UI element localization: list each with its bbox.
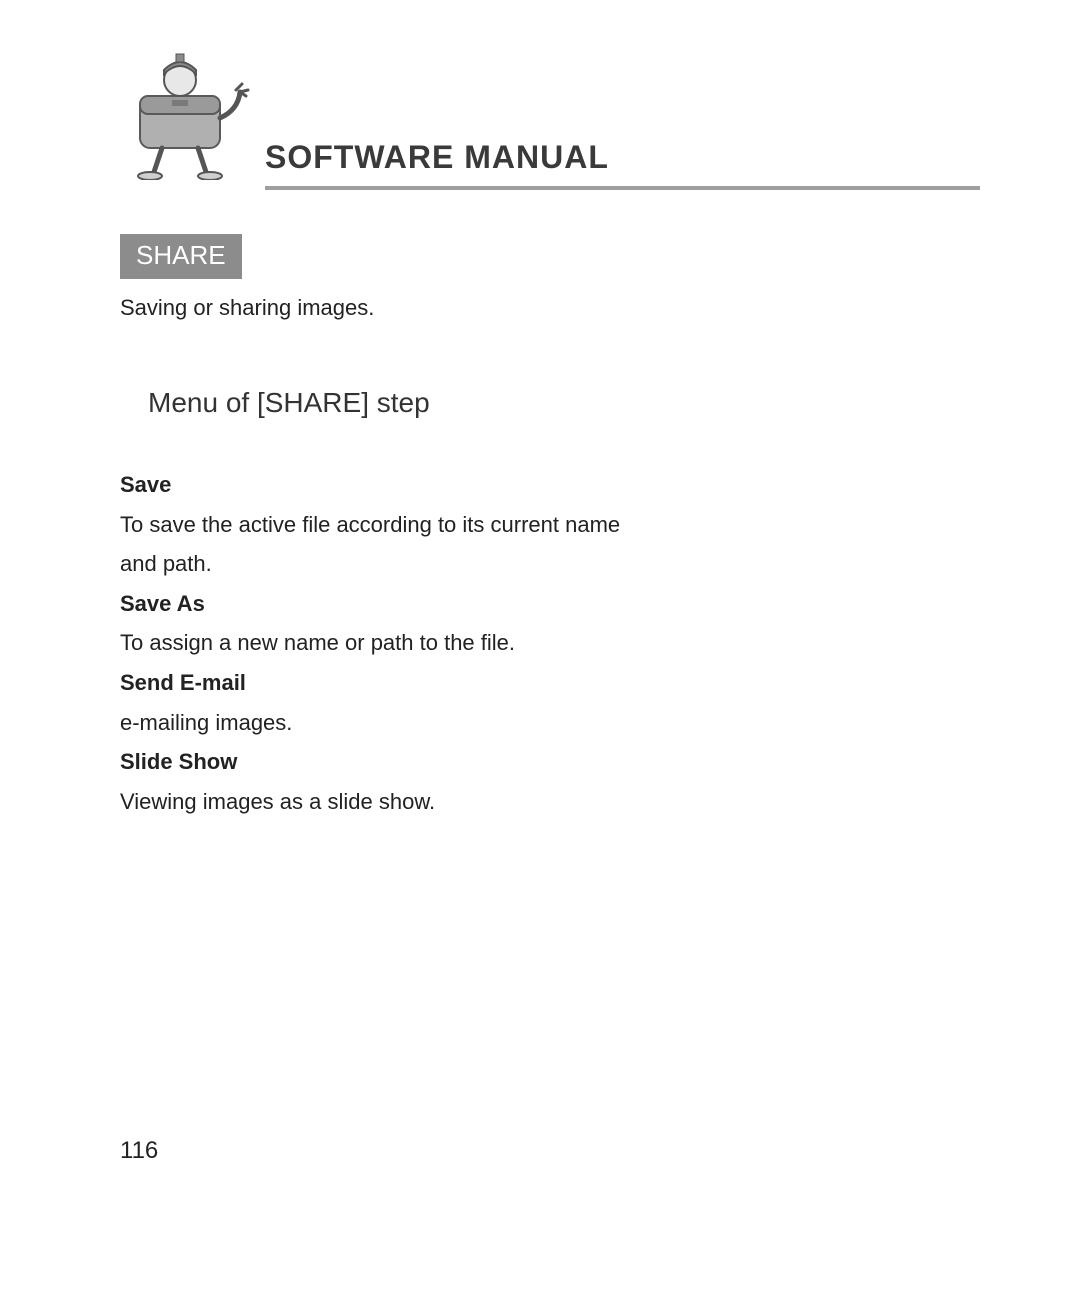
term-send-email: Send E-mail xyxy=(120,663,980,703)
term-save: Save xyxy=(120,465,980,505)
desc-save-as: To assign a new name or path to the file… xyxy=(120,623,980,663)
desc-save: To save the active file according to its… xyxy=(120,505,640,584)
section-description: Saving or sharing images. xyxy=(120,295,980,321)
term-slide-show: Slide Show xyxy=(120,742,980,782)
sub-heading: Menu of [SHARE] step xyxy=(148,387,980,419)
page: SOFTWARE MANUAL SHARE Saving or sharing … xyxy=(0,0,1080,1295)
title-wrap: SOFTWARE MANUAL xyxy=(265,139,980,184)
page-number: 116 xyxy=(120,1137,158,1165)
mascot-icon xyxy=(110,30,260,180)
section-label: SHARE xyxy=(120,234,242,279)
desc-send-email: e-mailing images. xyxy=(120,703,980,743)
page-header: SOFTWARE MANUAL xyxy=(120,30,980,190)
desc-slide-show: Viewing images as a slide show. xyxy=(120,782,980,822)
header-rule xyxy=(265,186,980,190)
page-title: SOFTWARE MANUAL xyxy=(265,139,980,184)
term-save-as: Save As xyxy=(120,584,980,624)
definitions-list: Save To save the active file according t… xyxy=(120,465,980,821)
